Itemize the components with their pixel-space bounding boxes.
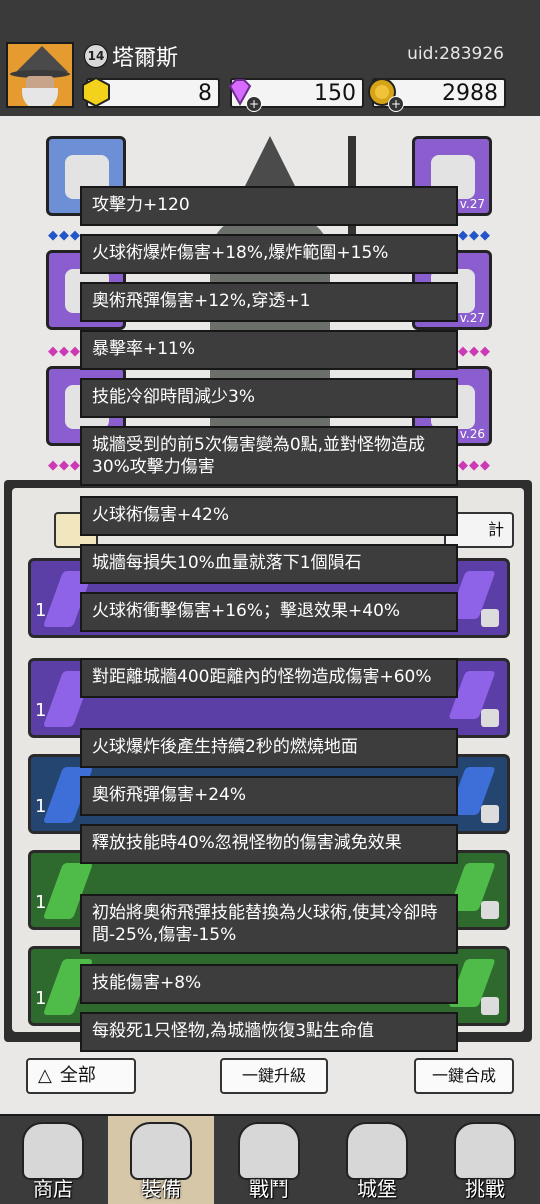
- wizard-hat-icon: [16, 46, 68, 72]
- resource-hex-value: 8: [198, 81, 212, 106]
- item-count: 1: [35, 892, 47, 913]
- attribute-line: 奧術飛彈傷害+24%: [80, 776, 458, 816]
- nav-challenge[interactable]: 挑戰: [432, 1116, 538, 1204]
- nav-label: 城堡: [357, 1177, 397, 1201]
- castle-icon: [346, 1122, 408, 1180]
- triangle-up-icon: △: [38, 1065, 52, 1086]
- slot-stars: ◆◆◆: [458, 228, 491, 243]
- item-count: 1: [35, 600, 47, 621]
- filter-all-button[interactable]: △ 全部: [26, 1058, 136, 1094]
- resource-coins[interactable]: + 2988: [368, 78, 506, 112]
- attribute-line: 奧術飛彈傷害+12%,穿透+1: [80, 282, 458, 322]
- slot-level: v.27: [459, 197, 485, 211]
- backpack-icon: [130, 1122, 192, 1180]
- attribute-line: 每殺死1只怪物,為城牆恢復3點生命值: [80, 1012, 458, 1052]
- player-name: 塔爾斯: [112, 46, 179, 71]
- slot-stars: ◆◆◆: [48, 344, 81, 359]
- nav-shop[interactable]: 商店: [0, 1116, 106, 1204]
- slot-stars: ◆◆◆: [48, 458, 81, 473]
- skill-type-icon: [481, 709, 499, 727]
- slot-level: v.26: [459, 427, 485, 441]
- attribute-line: 釋放技能時40%忽視怪物的傷害減免效果: [80, 824, 458, 864]
- attribute-line: 技能傷害+8%: [80, 964, 458, 1004]
- slot-level: v.27: [459, 311, 485, 325]
- attribute-line: 火球爆炸後產生持續2秒的燃燒地面: [80, 728, 458, 768]
- level-badge: 14: [84, 44, 108, 68]
- slot-stars: ◆◆◆: [48, 228, 81, 243]
- user-id: uid:283926: [407, 44, 504, 64]
- crossed-swords-icon: [238, 1122, 300, 1180]
- skill-type-icon: [481, 997, 499, 1015]
- slot-stars: ◆◆◆: [458, 458, 491, 473]
- filter-all-label: 全部: [59, 1065, 96, 1086]
- one-click-merge-button[interactable]: 一鍵合成: [414, 1058, 514, 1094]
- player-avatar[interactable]: [6, 42, 74, 108]
- attribute-line: 火球術傷害+42%: [80, 496, 458, 536]
- nav-label: 挑戰: [465, 1177, 505, 1201]
- skill-type-icon: [481, 901, 499, 919]
- attribute-line: 初始將奧術飛彈技能替換為火球術,使其冷卻時間-25%,傷害-15%: [80, 894, 458, 954]
- resource-gems[interactable]: + 150: [228, 78, 364, 112]
- top-bar: 14 塔爾斯 uid:283926 8 + 150 + 2988: [0, 0, 540, 116]
- attribute-line: 火球術衝擊傷害+16%；擊退效果+40%: [80, 592, 458, 632]
- resource-gems-value: 150: [314, 81, 356, 106]
- shop-icon: [22, 1122, 84, 1180]
- attribute-line: 城牆受到的前5次傷害變為0點,並對怪物造成30%攻擊力傷害: [80, 426, 458, 486]
- nav-battle[interactable]: 戰鬥: [216, 1116, 322, 1204]
- nav-label: 裝備: [141, 1177, 181, 1201]
- bottom-navigation: 商店 裝備 戰鬥 城堡 挑戰: [0, 1114, 540, 1204]
- attribute-line: 暴擊率+11%: [80, 330, 458, 370]
- nav-label: 戰鬥: [249, 1177, 289, 1201]
- slot-stars: ◆◆◆: [458, 344, 491, 359]
- skill-type-icon: [481, 609, 499, 627]
- item-count: 1: [35, 700, 47, 721]
- skill-type-icon: [481, 805, 499, 823]
- item-count: 1: [35, 988, 47, 1009]
- nav-castle[interactable]: 城堡: [324, 1116, 430, 1204]
- attribute-line: 對距離城牆400距離內的怪物造成傷害+60%: [80, 658, 458, 698]
- hexagon-coin-icon: [82, 76, 110, 108]
- attribute-line: 技能冷卻時間減少3%: [80, 378, 458, 418]
- challenge-helmet-icon: [454, 1122, 516, 1180]
- nav-equipment[interactable]: 裝備: [108, 1116, 214, 1204]
- add-gems-button[interactable]: +: [246, 96, 262, 112]
- attribute-line: 城牆每損失10%血量就落下1個隕石: [80, 544, 458, 584]
- item-count: 1: [35, 796, 47, 817]
- attribute-line: 火球術爆炸傷害+18%,爆炸範圍+15%: [80, 234, 458, 274]
- attribute-line: 攻擊力+120: [80, 186, 458, 226]
- one-click-upgrade-button[interactable]: 一鍵升級: [220, 1058, 328, 1094]
- add-coins-button[interactable]: +: [388, 96, 404, 112]
- resource-hex[interactable]: 8: [82, 76, 220, 108]
- nav-label: 商店: [33, 1177, 73, 1201]
- resource-coins-value: 2988: [442, 81, 498, 106]
